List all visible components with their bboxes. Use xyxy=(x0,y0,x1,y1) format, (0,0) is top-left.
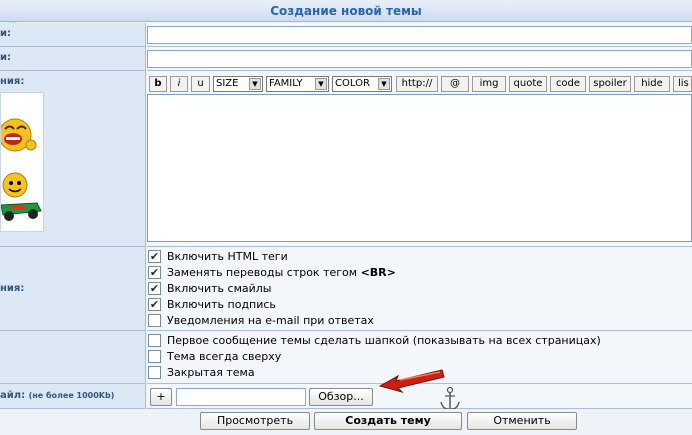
topic-option-sticky[interactable]: Тема всегда сверху xyxy=(148,350,281,365)
color-select[interactable]: COLOR ▼ xyxy=(332,76,392,92)
option-label: Заменять переводы строк тегом xyxy=(167,266,358,279)
label-cell: ния: xyxy=(0,247,146,331)
option-signature[interactable]: ✔ Включить подпись xyxy=(148,298,276,313)
option-label: Закрытая тема xyxy=(167,366,255,379)
img-button[interactable]: img xyxy=(472,76,506,92)
code-button[interactable]: code xyxy=(550,76,586,92)
topic-option-pin-first[interactable]: Первое сообщение темы сделать шапкой (по… xyxy=(148,334,601,349)
message-textarea[interactable] xyxy=(147,94,692,242)
option-br[interactable]: ✔ Заменять переводы строк тегом <BR> xyxy=(148,266,396,281)
page-title: Создание новой темы xyxy=(0,0,692,22)
color-select-value: COLOR xyxy=(335,78,370,89)
subject-input[interactable] xyxy=(147,26,692,44)
option-email-notify[interactable]: Уведомления на e-mail при ответах xyxy=(148,314,374,329)
option-label: Тема всегда сверху xyxy=(167,350,282,363)
size-select[interactable]: SIZE ▼ xyxy=(213,76,263,92)
add-attachment-button[interactable]: + xyxy=(150,388,172,406)
option-label: Включить смайлы xyxy=(167,282,272,295)
option-label-tag: <BR> xyxy=(360,266,396,279)
smiles-panel xyxy=(0,92,44,232)
options-label: ния: xyxy=(0,283,25,294)
checkbox-html[interactable]: ✔ xyxy=(148,250,161,263)
checkbox-br[interactable]: ✔ xyxy=(148,266,161,279)
checkbox-signature[interactable]: ✔ xyxy=(148,298,161,311)
option-label: Включить подпись xyxy=(167,298,276,311)
laughing-smiley-icon[interactable] xyxy=(1,101,45,161)
preview-button[interactable]: Просмотреть xyxy=(200,412,310,430)
option-label: Уведомления на e-mail при ответах xyxy=(167,314,374,327)
racing-smiley-icon[interactable] xyxy=(1,169,45,229)
browse-button[interactable]: Обзор... xyxy=(309,388,373,406)
size-select-value: SIZE xyxy=(216,78,239,89)
font-family-select[interactable]: FAMILY ▼ xyxy=(266,76,329,92)
description-input[interactable] xyxy=(147,50,692,68)
label-cell xyxy=(0,331,146,384)
checkbox-pin-first[interactable] xyxy=(148,334,161,347)
url-button[interactable]: http:// xyxy=(396,76,438,92)
label-cell: и: xyxy=(0,23,146,47)
chevron-down-icon: ▼ xyxy=(378,78,390,90)
option-label: Первое сообщение темы сделать шапкой (по… xyxy=(167,334,601,347)
checkbox-smiles[interactable]: ✔ xyxy=(148,282,161,295)
file-path-input[interactable] xyxy=(176,388,306,406)
checkbox-email-notify[interactable] xyxy=(148,314,161,327)
spoiler-button[interactable]: spoiler xyxy=(589,76,631,92)
bold-button[interactable]: b xyxy=(149,76,167,92)
chevron-down-icon: ▼ xyxy=(315,78,327,90)
chevron-down-icon: ▼ xyxy=(249,78,261,90)
option-smiles[interactable]: ✔ Включить смайлы xyxy=(148,282,271,297)
topic-option-closed[interactable]: Закрытая тема xyxy=(148,366,255,381)
label-cell: и: xyxy=(0,47,146,71)
label-cell: айл: (не более 1000Kb) xyxy=(0,384,146,409)
file-label-text: айл: xyxy=(0,390,26,401)
option-label: Включить HTML теги xyxy=(167,250,288,263)
create-topic-button[interactable]: Создать тему xyxy=(314,412,462,430)
quote-button[interactable]: quote xyxy=(509,76,547,92)
font-family-select-value: FAMILY xyxy=(269,78,303,89)
message-label: ния: xyxy=(0,76,25,87)
hide-button[interactable]: hide xyxy=(634,76,670,92)
field-label: и: xyxy=(0,28,12,39)
file-size-hint: (не более 1000Kb) xyxy=(28,391,115,400)
list-button[interactable]: lis xyxy=(673,76,692,92)
italic-button[interactable]: i xyxy=(170,76,188,92)
field-label: и: xyxy=(0,52,12,63)
option-html[interactable]: ✔ Включить HTML теги xyxy=(148,250,288,265)
cancel-button[interactable]: Отменить xyxy=(467,412,577,430)
checkbox-sticky[interactable] xyxy=(148,350,161,363)
checkbox-closed[interactable] xyxy=(148,366,161,379)
red-arrow-icon xyxy=(378,369,445,393)
file-label: айл: (не более 1000Kb) xyxy=(0,390,114,401)
email-button[interactable]: @ xyxy=(441,76,469,92)
underline-button[interactable]: u xyxy=(191,76,210,92)
